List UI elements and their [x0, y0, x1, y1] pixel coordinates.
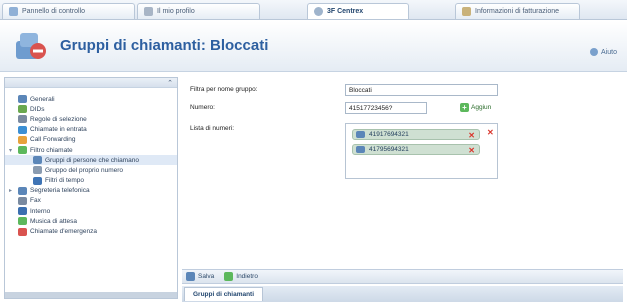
number-input[interactable]: 41517723456?: [345, 102, 427, 114]
sidebar-item-label: Gruppi di persone che chiamano: [45, 156, 139, 164]
sidebar-item-generali[interactable]: Generali: [5, 94, 177, 104]
expand-icon[interactable]: ▾: [9, 147, 17, 154]
sidebar-item-extension[interactable]: Interno: [5, 206, 177, 216]
sidebar-item-label: Segreteria telefonica: [30, 187, 90, 195]
control-panel-icon: [9, 7, 18, 16]
tab-label: Il mio profilo: [157, 8, 195, 15]
sidebar-header: ⌃: [5, 78, 177, 88]
sidebar-item-call-forwarding[interactable]: Call Forwarding: [5, 135, 177, 145]
filter-label: Filtra per nome gruppo:: [190, 86, 258, 93]
section-tab-bar: Gruppi di chiamanti: [182, 286, 623, 302]
delete-icon[interactable]: ✕: [468, 131, 475, 140]
help-label: Aiuto: [601, 48, 617, 56]
number-list: 41917694321 ✕ 41795694321 ✕: [345, 123, 498, 179]
sidebar-item-label: Interno: [30, 207, 51, 215]
time-filter-icon: [33, 176, 42, 185]
sidebar-item-fax[interactable]: Fax: [5, 196, 177, 206]
tab-caller-groups[interactable]: Gruppi di chiamanti: [184, 287, 264, 301]
own-number-group-icon: [33, 166, 42, 175]
sidebar-item-label: DIDs: [30, 105, 45, 113]
music-icon: [18, 217, 27, 226]
save-label: Salva: [198, 273, 215, 280]
caller-groups-icon: [33, 156, 42, 165]
back-arrow-icon: [224, 272, 234, 281]
save-icon: [186, 272, 195, 281]
number-list-label: Lista di numeri:: [190, 125, 235, 132]
plus-icon: +: [460, 103, 469, 112]
phone-number-icon: [356, 131, 365, 138]
number-label: Numero:: [190, 104, 215, 111]
sidebar-item-call-filter[interactable]: ▾ Filtro chiamate: [5, 145, 177, 155]
top-tab-bar: Pannello di controllo Il mio profilo 3F …: [0, 0, 627, 20]
sidebar-item-dids[interactable]: DIDs: [5, 104, 177, 114]
tab-label: 3F Centrex: [327, 8, 364, 15]
emergency-icon: [18, 227, 27, 236]
list-item[interactable]: 41917694321 ✕: [352, 129, 480, 140]
bottom-toolbar: Salva Indietro: [182, 269, 623, 284]
forwarding-icon: [18, 135, 27, 144]
number-value: 41917694321: [369, 131, 409, 138]
sidebar-item-voicemail[interactable]: ▸ Segreteria telefonica: [5, 186, 177, 196]
sidebar-item-label: Filtro chiamate: [30, 146, 73, 154]
page-header: Gruppi di chiamanti: Bloccati Aiuto: [0, 21, 627, 72]
phone-icon: [18, 95, 27, 104]
caller-groups-header-icon: [16, 33, 46, 59]
collapse-icon[interactable]: ⌃: [167, 79, 173, 87]
centrex-icon: [314, 7, 323, 16]
remove-icon[interactable]: ✕: [487, 128, 494, 137]
sidebar-item-label: Musica di attesa: [30, 217, 77, 225]
back-label: Indietro: [236, 273, 258, 280]
list-item[interactable]: 41795694321 ✕: [352, 144, 480, 155]
sidebar-item-time-filters[interactable]: Filtri di tempo: [5, 176, 177, 186]
sidebar-item-label: Filtri di tempo: [45, 177, 85, 185]
sidebar-item-selection-rules[interactable]: Regole di selezione: [5, 114, 177, 124]
filter-input[interactable]: Bloccati: [345, 84, 498, 96]
sidebar-item-label: Fax: [30, 197, 41, 205]
phone-number-icon: [356, 146, 365, 153]
save-button[interactable]: Salva: [186, 272, 214, 281]
tab-label: Pannello di controllo: [22, 8, 86, 15]
page-title: Gruppi di chiamanti: Bloccati: [60, 37, 269, 54]
expand-icon[interactable]: ▸: [9, 187, 17, 194]
sidebar-item-label: Gruppo del proprio numero: [45, 166, 124, 174]
number-value: 41795694321: [369, 146, 409, 153]
add-number-button[interactable]: + Aggiun: [460, 103, 491, 112]
rules-icon: [18, 115, 27, 124]
profile-icon: [144, 7, 153, 16]
sidebar-item-music-on-hold[interactable]: Musica di attesa: [5, 216, 177, 226]
sidebar-item-label: Chiamate d'emergenza: [30, 228, 97, 236]
tab-control-panel[interactable]: Pannello di controllo: [2, 3, 135, 19]
tab-label: Informazioni di fatturazione: [475, 8, 560, 15]
sidebar-item-label: Generali: [30, 95, 55, 103]
tab-centrex[interactable]: 3F Centrex: [307, 3, 409, 19]
billing-icon: [462, 7, 471, 16]
sidebar-item-emergency-calls[interactable]: Chiamate d'emergenza: [5, 226, 177, 236]
help-icon: [590, 48, 599, 56]
help-link[interactable]: Aiuto: [590, 48, 617, 56]
back-button[interactable]: Indietro: [224, 272, 258, 281]
sidebar-tree: Generali DIDs Regole di selezione Chiama…: [5, 88, 177, 237]
incoming-call-icon: [18, 125, 27, 134]
extension-icon: [18, 207, 27, 216]
did-icon: [18, 105, 27, 114]
sidebar-item-label: Regole di selezione: [30, 115, 87, 123]
sidebar-item-own-number-group[interactable]: Gruppo del proprio numero: [5, 165, 177, 175]
call-filter-icon: [18, 146, 27, 155]
sidebar-item-incoming-calls[interactable]: Chiamate in entrata: [5, 125, 177, 135]
fax-icon: [18, 196, 27, 205]
main-panel: Filtra per nome gruppo: Bloccati Numero:…: [182, 77, 623, 267]
tab-profile[interactable]: Il mio profilo: [137, 3, 260, 19]
sidebar-item-label: Chiamate in entrata: [30, 126, 87, 134]
voicemail-icon: [18, 186, 27, 195]
tab-billing[interactable]: Informazioni di fatturazione: [455, 3, 580, 19]
sidebar-scrollbar[interactable]: [5, 292, 177, 298]
delete-icon[interactable]: ✕: [468, 146, 475, 155]
sidebar: ⌃ Generali DIDs Regole di selezione Chia…: [4, 77, 178, 299]
add-button-label: Aggiun: [471, 104, 492, 111]
sidebar-item-label: Call Forwarding: [30, 136, 76, 144]
sidebar-item-caller-groups[interactable]: Gruppi di persone che chiamano: [5, 155, 177, 166]
